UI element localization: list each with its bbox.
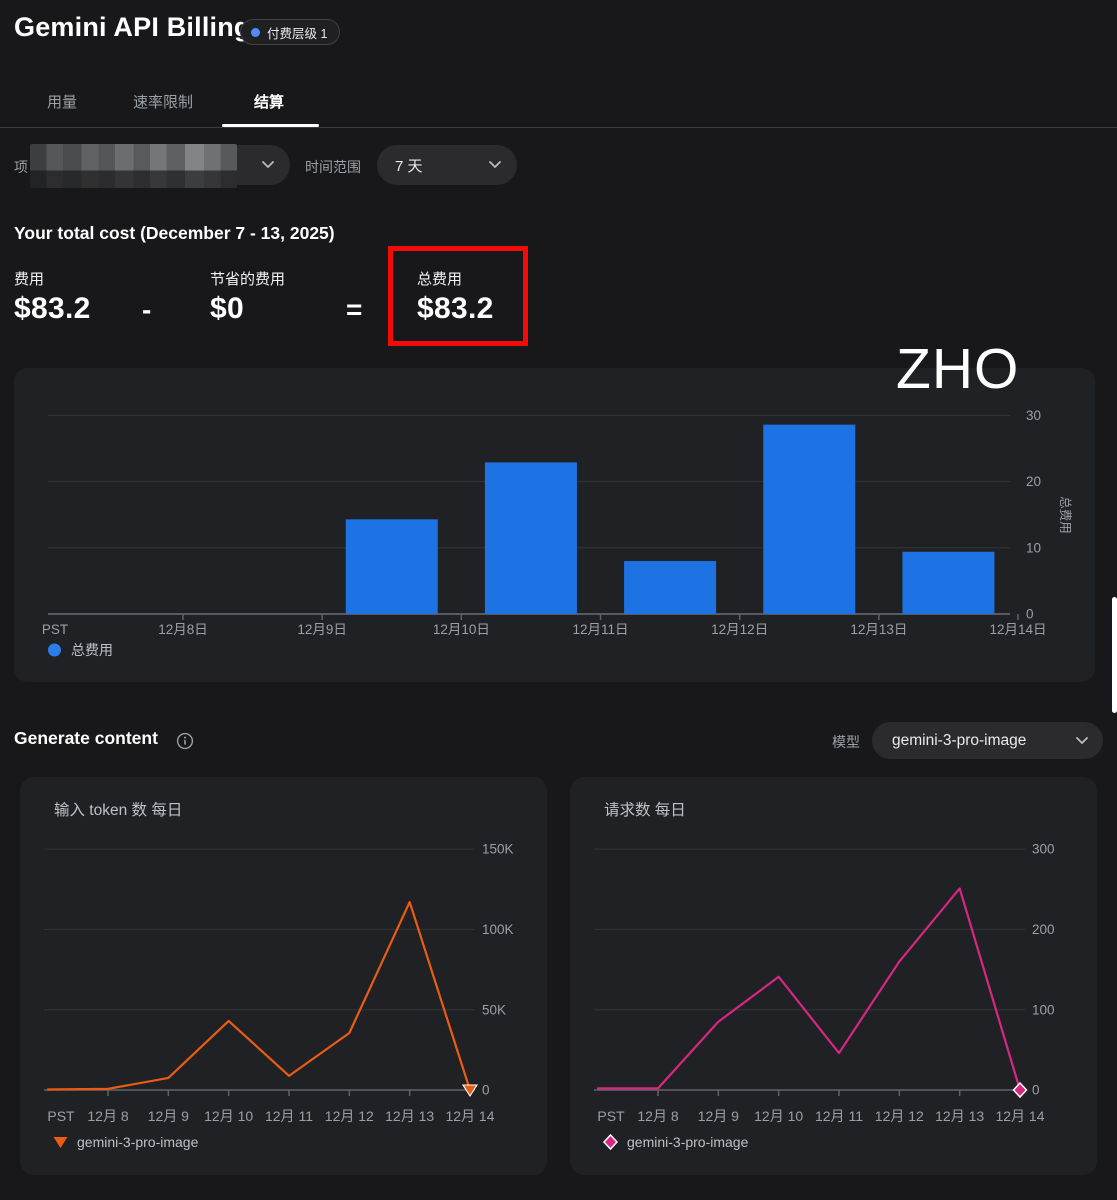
total-cost-chart-card: 0 10 20 30 PST 12月8日 12月9日 12月10日 12月11日 12月12日 12… [14,368,1095,682]
cost-label: 费用 [14,271,45,288]
triangle-down-legend-marker-icon [52,1134,69,1150]
cost-value: $83.2 [14,292,91,325]
svg-text:12月12日: 12月12日 [711,622,768,637]
page-title: Gemini API Billing [14,12,251,42]
svg-text:150K: 150K [482,842,514,857]
chevron-down-icon [489,161,501,169]
time-range-value: 7 天 [395,157,423,175]
chart-title: 请求数 每日 [604,802,686,819]
model-select[interactable]: gemini-3-pro-image [872,722,1103,759]
total-value: $83.2 [417,292,494,325]
tab-usage[interactable]: 用量 [47,91,77,112]
gemini-api-billing-page: Gemini API Billing 付费层级 1 用量 速率限制 结算 项目 … [0,0,1117,1200]
requests-chart-card: 请求数 每日 0 100 200 300 PST 12月 8 12月 9 12月 10 12月 … [570,777,1097,1175]
svg-text:12月10日: 12月10日 [433,622,490,637]
svg-text:10: 10 [1026,540,1041,555]
chevron-down-icon [1076,736,1088,745]
svg-text:0: 0 [1026,607,1034,622]
total-cost-heading: Your total cost (December 7 - 13, 2025) [14,223,335,243]
svg-text:PST: PST [47,1108,75,1124]
requests-line-chart: 0 100 200 300 PST 12月 8 12月 9 12月 10 12月 11 12月 1… [594,842,1055,1124]
bar-chart-legend[interactable]: 总费用 [46,640,113,660]
svg-text:12月 10: 12月 10 [754,1108,803,1124]
svg-text:总费用: 总费用 [1058,496,1072,534]
time-range-label: 时间范围 [305,159,361,175]
scrollbar-thumb[interactable] [1112,597,1117,713]
tab-billing[interactable]: 结算 [254,91,284,112]
svg-text:12月 13: 12月 13 [935,1108,984,1124]
tier-badge-label: 付费层级 1 [267,26,328,41]
total-cost-highlight-box: 总费用 $83.2 [388,246,528,346]
tab-rate-limits[interactable]: 速率限制 [133,91,193,112]
chart-title: 输入 token 数 每日 [54,802,183,819]
svg-text:100K: 100K [482,922,514,937]
legend-label: gemini-3-pro-image [627,1134,749,1150]
svg-text:0: 0 [482,1083,490,1098]
svg-text:12月13日: 12月13日 [850,622,907,637]
minus-operator: - [142,294,152,325]
svg-text:12月 9: 12月 9 [698,1108,739,1124]
svg-text:PST: PST [597,1108,625,1124]
svg-text:12月 11: 12月 11 [265,1108,313,1124]
legend-label: 总费用 [71,642,113,658]
svg-text:12月 10: 12月 10 [204,1108,253,1124]
equals-operator: = [346,294,363,325]
svg-text:12月 12: 12月 12 [875,1108,924,1124]
svg-text:12月11日: 12月11日 [572,622,628,637]
svg-text:12月 13: 12月 13 [385,1108,434,1124]
line-chart-legend[interactable]: gemini-3-pro-image [52,1134,198,1150]
chevron-down-icon [262,161,274,169]
svg-text:100: 100 [1032,1002,1055,1017]
svg-text:30: 30 [1026,408,1041,423]
tier-badge-dot-icon [251,27,260,37]
input-tokens-chart-card: 输入 token 数 每日 0 50K 100K 150K PST 12月 8 12月 9 1… [20,777,547,1175]
svg-text:300: 300 [1032,842,1055,857]
section-title: Generate content [14,728,158,748]
line-chart-legend[interactable]: gemini-3-pro-image [602,1134,748,1150]
svg-text:12月 8: 12月 8 [637,1108,678,1124]
svg-text:0: 0 [1032,1083,1040,1098]
legend-label: gemini-3-pro-image [77,1134,199,1150]
svg-text:50K: 50K [482,1002,506,1017]
tier-badge: 付费层级 1 [240,19,341,45]
model-label: 模型 [832,734,860,750]
svg-text:12月 9: 12月 9 [148,1108,189,1124]
svg-text:12月 12: 12月 12 [325,1108,374,1124]
info-icon[interactable] [176,732,194,750]
total-cost-bar-chart: 0 10 20 30 PST 12月8日 12月9日 12月10日 12月11日 12月12日 12… [42,408,1072,637]
svg-text:12月 14: 12月 14 [445,1108,494,1124]
svg-text:12月 14: 12月 14 [995,1108,1044,1124]
time-range-select[interactable]: 7 天 [377,145,517,185]
project-name-redaction-blur [30,144,237,188]
svg-text:12月8日: 12月8日 [158,622,208,637]
svg-text:200: 200 [1032,922,1055,937]
savings-value: $0 [210,292,244,325]
watermark-text: ZHO [896,337,1020,401]
tabs-divider [0,127,1117,128]
svg-text:20: 20 [1026,474,1041,489]
circle-legend-marker-icon [46,642,63,658]
input-tokens-line-chart: 0 50K 100K 150K PST 12月 8 12月 9 12月 10 12月 11 12月… [44,842,514,1124]
svg-text:12月 8: 12月 8 [87,1108,128,1124]
svg-text:12月14日: 12月14日 [989,622,1046,637]
svg-text:PST: PST [42,622,68,637]
total-label: 总费用 [417,271,463,288]
savings-label: 节省的费用 [210,271,286,288]
svg-text:12月 11: 12月 11 [815,1108,863,1124]
diamond-legend-marker-icon [602,1134,619,1150]
model-value: gemini-3-pro-image [892,731,1027,749]
svg-text:12月9日: 12月9日 [297,622,347,637]
